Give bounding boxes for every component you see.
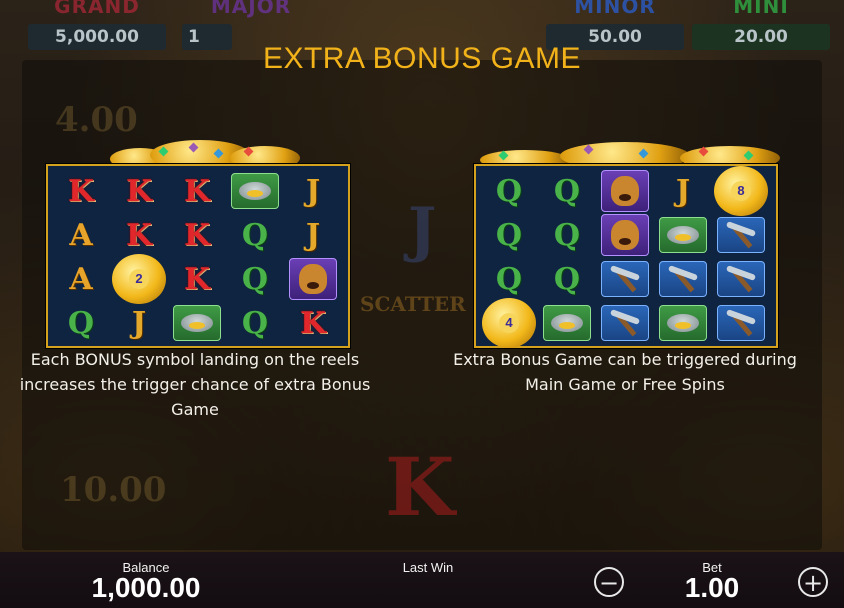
right-symbol-pickaxe (596, 302, 654, 344)
right-symbol-bonus: 8 (712, 166, 770, 216)
left-symbol-q: Q (241, 305, 269, 341)
left-symbol-k: K (299, 305, 327, 341)
right-symbol-q: Q (495, 261, 523, 297)
dog-icon (601, 170, 649, 212)
bg-ghost-scatter: SCATTER (360, 292, 466, 316)
pickaxe-icon (601, 305, 649, 341)
bg-ghost-value-2: 10.00 (60, 470, 167, 510)
left-example-panel: KKKJAKKQJA2KQQJQK (46, 164, 350, 348)
left-caption-line-2: increases the trigger chance of extra Bo… (19, 375, 371, 394)
left-symbol-k: K (125, 173, 153, 209)
increase-bet-button[interactable]: + (798, 567, 828, 597)
gold-pan-icon (659, 305, 707, 341)
decrease-bet-button[interactable]: − (594, 567, 624, 597)
right-symbol-q: Q (553, 261, 581, 297)
left-symbol-k: K (67, 173, 95, 209)
left-symbol-j: J (305, 217, 321, 253)
left-symbol-q: Q (241, 217, 269, 253)
pickaxe-icon (717, 261, 765, 297)
pickaxe-icon (659, 261, 707, 297)
gold-pan-icon (659, 217, 707, 253)
left-symbol-gold-pan (226, 170, 284, 212)
gold-pan-icon (231, 173, 279, 209)
right-symbol-dog (596, 170, 654, 212)
bonus-gold-nugget-icon: 2 (112, 254, 166, 304)
right-caption-line-2: Main Game or Free Spins (525, 375, 725, 394)
right-symbol-j: J (675, 173, 691, 209)
right-symbol-pickaxe (596, 258, 654, 300)
right-symbol-bonus: 4 (480, 298, 538, 348)
bet-value: 1.00 (684, 572, 740, 603)
balance-value: 1,000.00 (91, 572, 201, 603)
left-symbol-q: Q (241, 261, 269, 297)
right-bonus-value: 4 (499, 313, 519, 333)
right-symbol-pickaxe (712, 302, 770, 344)
right-symbol-pickaxe (712, 214, 770, 256)
left-symbol-k: K (183, 217, 211, 253)
left-caption-line-1: Each BONUS symbol landing on the reels (30, 350, 360, 369)
right-symbol-gold-pan (538, 302, 596, 344)
left-caption: Each BONUS symbol landing on the reels i… (10, 347, 380, 422)
right-symbol-pickaxe (654, 258, 712, 300)
left-symbol-k: K (183, 261, 211, 297)
bonus-gold-nugget-icon: 8 (714, 166, 768, 216)
jackpot-minor-label: MINOR (574, 0, 656, 18)
gold-pan-icon (543, 305, 591, 341)
bg-ghost-letter-k: K (385, 440, 455, 534)
dog-icon (601, 214, 649, 256)
left-symbol-gold-pan (168, 302, 226, 344)
page-title: EXTRA BONUS GAME (262, 42, 582, 75)
right-caption-line-1: Extra Bonus Game can be triggered during (453, 350, 797, 369)
right-symbol-q: Q (553, 173, 581, 209)
left-symbol-bonus: 2 (110, 254, 168, 304)
gold-pan-icon (173, 305, 221, 341)
right-symbol-gold-pan (654, 302, 712, 344)
left-bonus-value: 2 (129, 269, 149, 289)
pickaxe-icon (717, 305, 765, 341)
right-symbol-q: Q (495, 173, 523, 209)
left-symbol-q: Q (67, 305, 95, 341)
left-symbol-j: J (131, 305, 147, 341)
bg-ghost-value-1: 4.00 (55, 100, 138, 140)
right-symbol-q: Q (495, 217, 523, 253)
left-symbol-j: J (305, 173, 321, 209)
right-caption: Extra Bonus Game can be triggered during… (440, 347, 810, 397)
last-win-label: Last Win (402, 560, 454, 575)
jackpot-mini-label: MINI (733, 0, 789, 18)
jackpot-major-label: MAJOR (210, 0, 292, 18)
left-symbol-k: K (183, 173, 211, 209)
right-symbol-q: Q (553, 217, 581, 253)
right-example-panel: QQJ8QQQQ4 (474, 164, 778, 348)
pickaxe-icon (717, 217, 765, 253)
left-symbol-a: A (69, 217, 93, 253)
left-symbol-a: A (69, 261, 93, 297)
right-symbol-gold-pan (654, 214, 712, 256)
bonus-gold-nugget-icon: 4 (482, 298, 536, 348)
left-caption-line-3: Game (171, 400, 219, 419)
right-symbol-pickaxe (712, 258, 770, 300)
right-symbol-dog (596, 214, 654, 256)
jackpot-grand-label: GRAND (54, 0, 140, 18)
dog-icon (289, 258, 337, 300)
bg-ghost-letter-j: J (408, 195, 437, 265)
left-symbol-k: K (125, 217, 153, 253)
right-bonus-value: 8 (731, 181, 751, 201)
pickaxe-icon (601, 261, 649, 297)
left-symbol-dog (284, 258, 342, 300)
